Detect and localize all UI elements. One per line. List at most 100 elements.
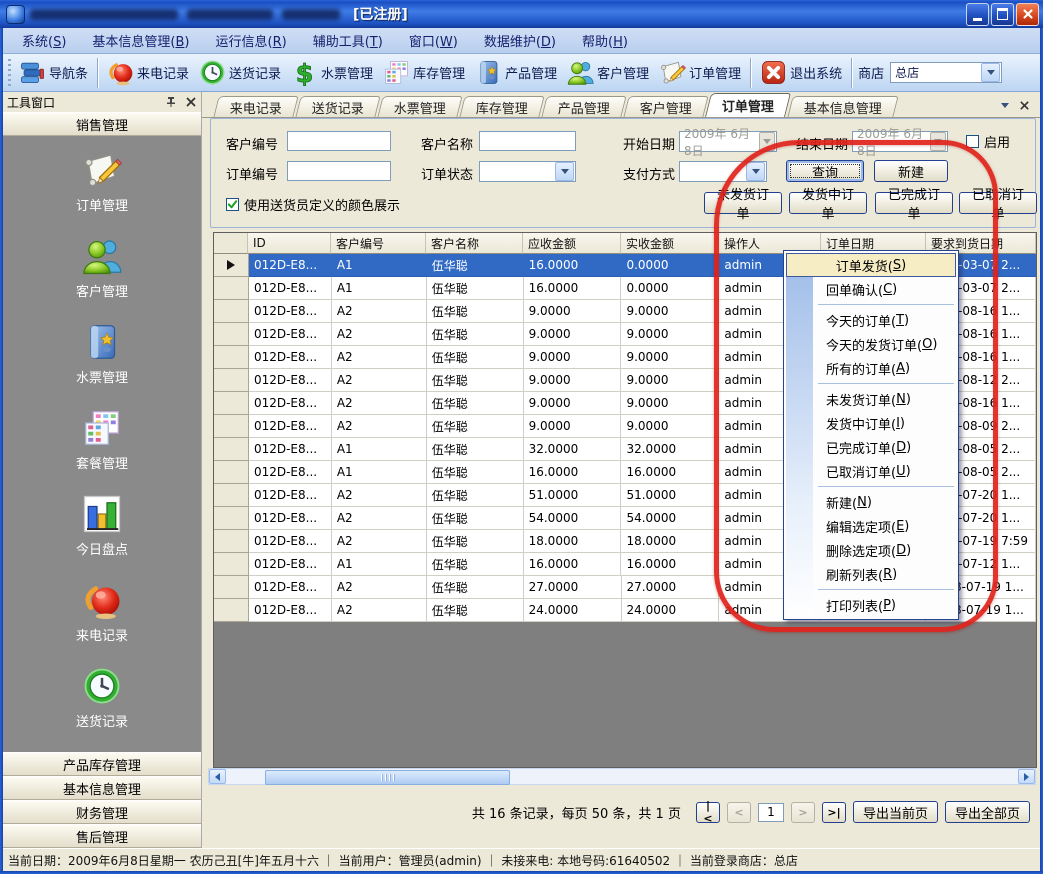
pin-icon[interactable] (165, 96, 177, 108)
grid-header-客户编号[interactable]: 客户编号 (331, 233, 426, 254)
store-select[interactable]: 总店 (890, 62, 1002, 83)
sidebar-item-套餐管理[interactable]: 套餐管理 (3, 408, 201, 494)
tab-产品管理[interactable]: 产品管理 (541, 96, 626, 117)
grid-header-客户名称[interactable]: 客户名称 (426, 233, 523, 254)
context-menu-item-刷新列表[interactable]: 刷新列表(R) (786, 562, 956, 586)
row-selector-cell[interactable] (214, 415, 249, 438)
toolbar-button-库存管理[interactable]: 库存管理 (378, 57, 470, 88)
row-selector-cell[interactable] (214, 484, 249, 507)
context-menu-item-已完成订单[interactable]: 已完成订单(D) (786, 435, 956, 459)
row-selector-cell[interactable] (214, 507, 249, 530)
sidebar-item-订单管理[interactable]: 订单管理 (3, 150, 201, 236)
minimize-button[interactable] (966, 3, 989, 26)
row-selector-cell[interactable] (214, 369, 249, 392)
tab-水票管理[interactable]: 水票管理 (377, 96, 462, 117)
context-menu-item-打印列表[interactable]: 打印列表(P) (786, 593, 956, 617)
restore-button[interactable] (991, 3, 1014, 26)
sidebar-item-送货记录[interactable]: 送货记录 (3, 666, 201, 752)
context-menu-item-已取消订单[interactable]: 已取消订单(U) (786, 459, 956, 483)
grid-header-ID[interactable]: ID (248, 233, 331, 254)
toolbar-button-来电记录[interactable]: 来电记录 (102, 57, 194, 88)
row-selector-cell[interactable] (214, 599, 249, 622)
row-selector-cell[interactable] (214, 323, 249, 346)
close-tool-window-icon[interactable] (185, 96, 197, 108)
close-button[interactable] (1016, 3, 1039, 26)
sidebar-section-基本信息管理[interactable]: 基本信息管理 (3, 776, 201, 800)
sidebar-item-客户管理[interactable]: 客户管理 (3, 236, 201, 322)
tab-送货记录[interactable]: 送货记录 (295, 96, 380, 117)
page-number-input[interactable] (758, 803, 784, 822)
sidebar-section-售后管理[interactable]: 售后管理 (3, 824, 201, 848)
tab-基本信息管理[interactable]: 基本信息管理 (787, 96, 898, 117)
payment-dropdown-icon[interactable] (746, 162, 765, 181)
scroll-right-button[interactable] (1018, 769, 1035, 784)
menu-item-数据维护[interactable]: 数据维护(D) (471, 28, 569, 53)
sidebar-section-产品库存管理[interactable]: 产品库存管理 (3, 752, 201, 776)
toolbar-button-送货记录[interactable]: 送货记录 (194, 57, 286, 88)
status-button-已完成订单[interactable]: 已完成订单 (875, 192, 953, 214)
prev-page-button[interactable]: < (727, 802, 751, 823)
row-selector-cell[interactable] (214, 346, 249, 369)
last-page-button[interactable]: >| (822, 802, 846, 823)
menu-item-窗口[interactable]: 窗口(W) (396, 28, 471, 53)
menu-item-系统[interactable]: 系统(S) (9, 28, 79, 53)
tab-overflow-icon[interactable] (1001, 103, 1009, 108)
export-current-page-button[interactable]: 导出当前页 (853, 801, 938, 823)
row-selector-cell[interactable] (214, 277, 249, 300)
tab-库存管理[interactable]: 库存管理 (459, 96, 544, 117)
context-menu-item-未发货订单[interactable]: 未发货订单(N) (786, 387, 956, 411)
row-selector-cell[interactable] (214, 300, 249, 323)
toolbar-button-退出系统[interactable]: 退出系统 (755, 57, 847, 88)
toolbar-button-水票管理[interactable]: 水票管理 (286, 57, 378, 88)
context-menu-item-回单确认[interactable]: 回单确认(C) (786, 277, 956, 301)
context-menu-item-新建[interactable]: 新建(N) (786, 490, 956, 514)
context-menu-item-今天的订单[interactable]: 今天的订单(T) (786, 308, 956, 332)
order-status-dropdown-icon[interactable] (555, 162, 574, 181)
menu-item-帮助[interactable]: 帮助(H) (569, 28, 641, 53)
sidebar-item-今日盘点[interactable]: 今日盘点 (3, 494, 201, 580)
context-menu-item-编辑选定项[interactable]: 编辑选定项(E) (786, 514, 956, 538)
status-button-未发货订单[interactable]: 未发货订单 (704, 192, 782, 214)
row-selector-cell[interactable] (214, 392, 249, 415)
order-status-select[interactable] (479, 161, 576, 182)
store-dropdown-icon[interactable] (981, 63, 1000, 82)
export-all-pages-button[interactable]: 导出全部页 (945, 801, 1030, 823)
context-menu-item-发货中订单[interactable]: 发货中订单(I) (786, 411, 956, 435)
next-page-button[interactable]: > (791, 802, 815, 823)
context-menu-item-订单发货[interactable]: 订单发货(S) (786, 253, 956, 277)
grid-header-应收金额[interactable]: 应收金额 (523, 233, 621, 254)
status-button-已取消订单[interactable]: 已取消订单 (959, 192, 1037, 214)
new-button[interactable]: 新建 (874, 160, 948, 182)
sidebar-item-水票管理[interactable]: 水票管理 (3, 322, 201, 408)
toolbar-button-客户管理[interactable]: 客户管理 (562, 57, 654, 88)
customer-no-input[interactable] (287, 131, 391, 151)
context-menu-item-所有的订单[interactable]: 所有的订单(A) (786, 356, 956, 380)
context-menu-item-今天的发货订单[interactable]: 今天的发货订单(O) (786, 332, 956, 356)
menu-item-辅助工具[interactable]: 辅助工具(T) (300, 28, 396, 53)
scroll-left-button[interactable] (209, 769, 226, 784)
payment-select[interactable] (679, 161, 767, 182)
sidebar-section-财务管理[interactable]: 财务管理 (3, 800, 201, 824)
toolbar-button-产品管理[interactable]: 产品管理 (470, 57, 562, 88)
grid-header-实收金额[interactable]: 实收金额 (621, 233, 719, 254)
row-selector-cell[interactable] (214, 461, 249, 484)
row-selector-cell[interactable] (214, 553, 249, 576)
row-selector-cell[interactable] (214, 530, 249, 553)
menu-item-运行信息[interactable]: 运行信息(R) (203, 28, 300, 53)
context-menu-item-删除选定项[interactable]: 删除选定项(D) (786, 538, 956, 562)
query-button[interactable]: 查询 (786, 160, 864, 182)
scrollbar-thumb[interactable] (265, 770, 510, 785)
tab-客户管理[interactable]: 客户管理 (623, 96, 708, 117)
enable-checkbox[interactable] (966, 135, 979, 148)
close-tab-icon[interactable] (1019, 100, 1030, 111)
sidebar-item-来电记录[interactable]: 来电记录 (3, 580, 201, 666)
tab-订单管理[interactable]: 订单管理 (705, 93, 791, 117)
toolbar-button-订单管理[interactable]: 订单管理 (654, 57, 746, 88)
status-button-发货中订单[interactable]: 发货中订单 (789, 192, 867, 214)
row-selector-cell[interactable] (214, 254, 249, 277)
sidebar-section-sales[interactable]: 销售管理 (3, 112, 201, 136)
customer-name-input[interactable] (479, 131, 576, 151)
color-checkbox[interactable] (226, 198, 239, 211)
menu-item-基本信息管理[interactable]: 基本信息管理(B) (79, 28, 202, 53)
tab-来电记录[interactable]: 来电记录 (213, 96, 298, 117)
